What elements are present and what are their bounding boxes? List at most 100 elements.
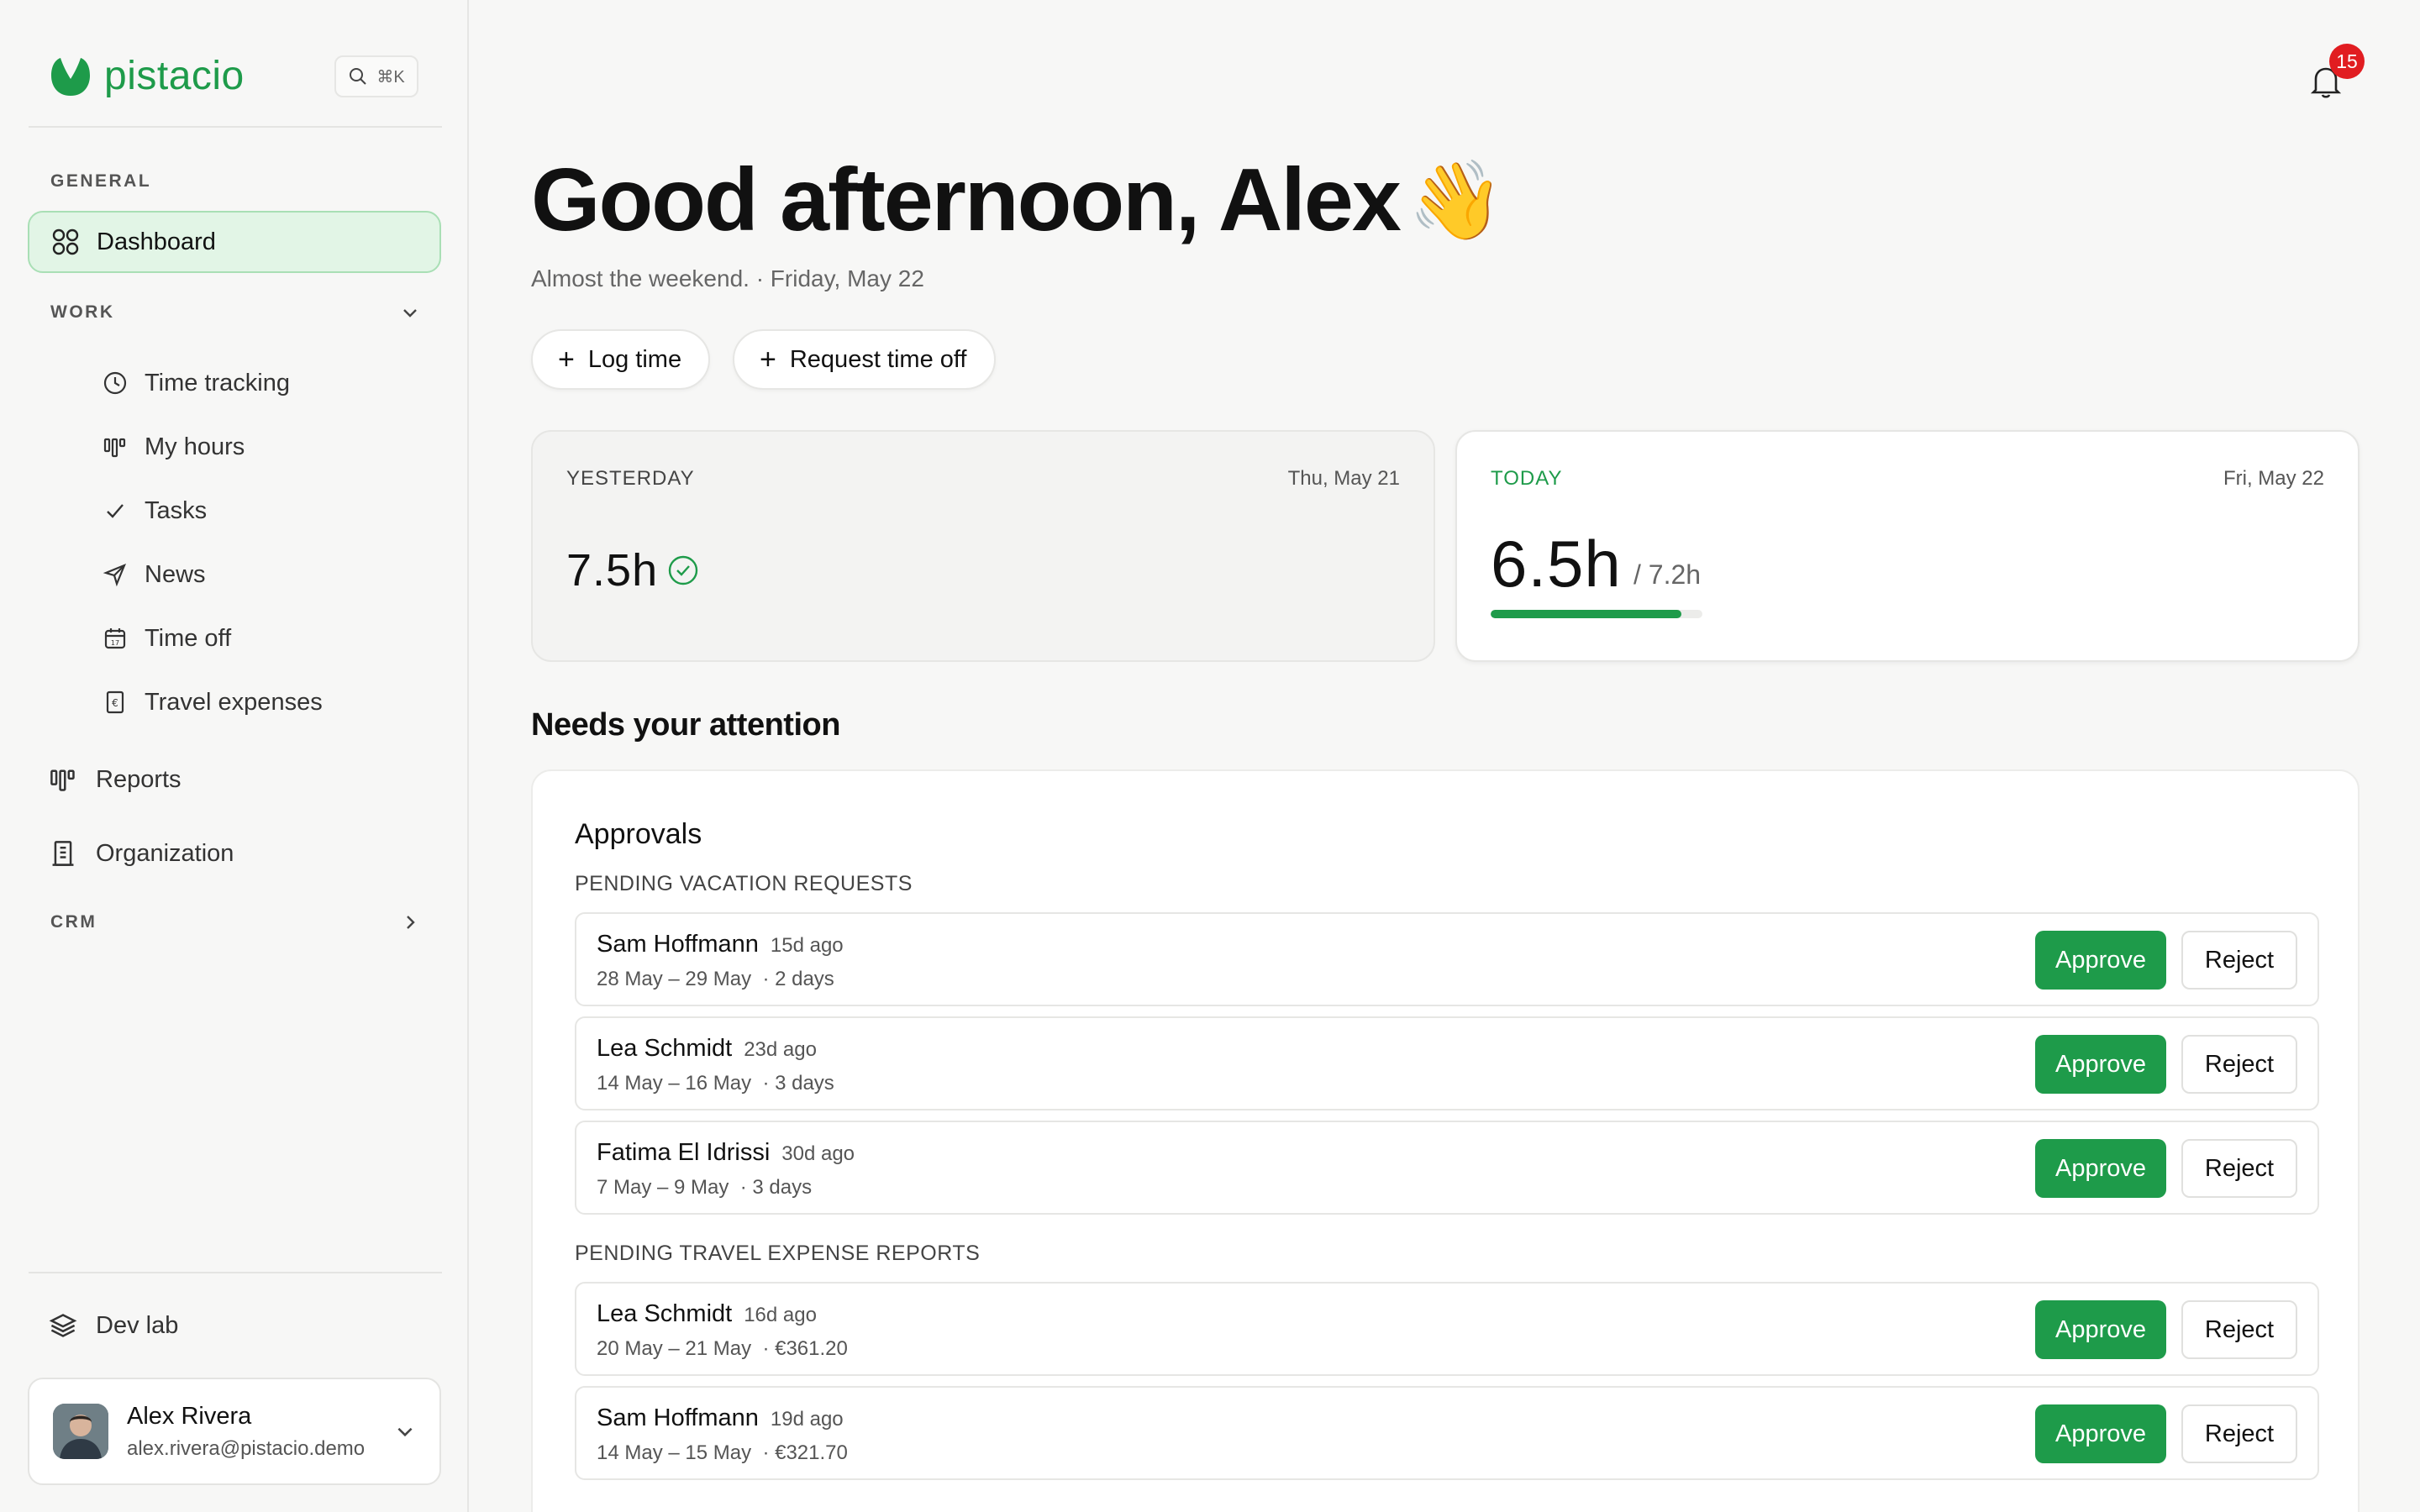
user-name: Alex Rivera	[127, 1402, 252, 1430]
avatar	[53, 1404, 108, 1459]
dashboard-grid-icon	[52, 228, 79, 255]
send-icon	[103, 563, 127, 587]
sidebar-item-label: Reports	[96, 765, 182, 793]
reject-button[interactable]: Reject	[2181, 931, 2297, 990]
sidebar-item-travel-expenses[interactable]: € Travel expenses	[101, 681, 323, 723]
pistacio-logo-icon	[51, 58, 90, 96]
request-dates: 20 May – 21 May	[597, 1337, 752, 1360]
sidebar-item-organization[interactable]: Organization	[49, 832, 234, 874]
sidebar-item-label: Dev lab	[96, 1311, 179, 1339]
approve-button[interactable]: Approve	[2035, 1404, 2166, 1463]
sidebar-item-label: News	[145, 560, 206, 588]
svg-text:17: 17	[111, 639, 119, 647]
today-date: Fri, May 22	[2223, 467, 2324, 490]
list-item: Sam Hoffmann 19d ago 14 May – 15 May · €3…	[575, 1386, 2319, 1480]
list-item: Fatima El Idrissi 30d ago 7 May – 9 May ·…	[575, 1121, 2319, 1215]
request-extra: · €321.70	[762, 1441, 848, 1464]
sidebar-item-time-off[interactable]: 17 Time off	[101, 617, 231, 659]
list-item: Lea Schmidt 16d ago 20 May – 21 May · €36…	[575, 1282, 2319, 1376]
chevron-right-icon	[407, 916, 415, 929]
request-age: 30d ago	[781, 1142, 855, 1165]
sidebar-item-dev-lab[interactable]: Dev lab	[49, 1305, 178, 1347]
today-hours: 6.5h	[1491, 527, 1622, 601]
today-target: / 7.2h	[1634, 559, 1702, 590]
requester-name: Fatima El Idrissi	[597, 1139, 771, 1166]
sidebar-item-label: My hours	[145, 433, 245, 460]
approve-button[interactable]: Approve	[2035, 931, 2166, 990]
brand[interactable]: pistacio	[49, 52, 245, 99]
page-title: Good afternoon, Alex 👋	[531, 150, 1504, 251]
euro-receipt-icon: €	[106, 690, 124, 714]
yesterday-label: YESTERDAY	[566, 467, 695, 490]
vacation-group-label: PENDING VACATION REQUESTS	[575, 872, 913, 895]
bar-chart-icon	[50, 769, 75, 791]
plus-icon: +	[558, 344, 575, 375]
approve-button[interactable]: Approve	[2035, 1300, 2166, 1359]
user-menu[interactable]: Alex Rivera alex.rivera@pistacio.demo	[28, 1378, 441, 1485]
yesterday-hours: 7.5h	[566, 545, 659, 596]
sidebar-item-label: Dashboard	[97, 228, 216, 255]
plus-icon: +	[760, 344, 776, 375]
sidebar-item-label: Time tracking	[145, 369, 290, 396]
search-button[interactable]: ⌘K	[334, 55, 418, 97]
search-icon	[350, 68, 367, 85]
waving-hand-icon: 👋	[1407, 157, 1505, 244]
request-extra: · 2 days	[762, 968, 834, 990]
requester-name: Lea Schmidt	[597, 1035, 733, 1062]
reject-button[interactable]: Reject	[2181, 1404, 2297, 1463]
section-label-crm: CRM	[50, 912, 97, 932]
sidebar-item-time-tracking[interactable]: Time tracking	[101, 362, 290, 404]
sidebar-divider	[29, 1272, 442, 1273]
section-toggle-crm[interactable]: CRM	[50, 907, 420, 937]
greeting-text: Good afternoon, Alex	[531, 150, 1402, 249]
check-circle-icon	[668, 555, 698, 585]
requester-name: Lea Schmidt	[597, 1300, 733, 1327]
page-subtitle: Almost the weekend. · Friday, May 22	[531, 265, 924, 291]
log-time-button[interactable]: + Log time	[531, 329, 711, 390]
request-time-off-label: Request time off	[789, 345, 967, 373]
list-item: Lea Schmidt 23d ago 14 May – 16 May · 3 d…	[575, 1016, 2319, 1110]
request-extra: · 3 days	[739, 1176, 813, 1199]
layers-icon	[49, 1314, 77, 1337]
request-age: 16d ago	[744, 1304, 817, 1326]
reject-button[interactable]: Reject	[2181, 1300, 2297, 1359]
sidebar-item-news[interactable]: News	[101, 554, 206, 596]
chevron-down-icon	[403, 309, 417, 318]
calendar-icon: 17	[104, 628, 126, 649]
request-dates: 14 May – 16 May	[597, 1072, 752, 1095]
reject-button[interactable]: Reject	[2181, 1035, 2297, 1094]
approve-button[interactable]: Approve	[2035, 1035, 2166, 1094]
user-email: alex.rivera@pistacio.demo	[127, 1436, 366, 1460]
progress-fill	[1491, 610, 1681, 618]
log-time-label: Log time	[587, 345, 682, 373]
sidebar-item-label: Tasks	[145, 496, 208, 524]
yesterday-card: YESTERDAY Thu, May 21 7.5h	[531, 430, 1435, 662]
sidebar-item-label: Travel expenses	[145, 688, 323, 716]
brand-name: pistacio	[104, 53, 245, 98]
sidebar-divider	[29, 126, 442, 128]
request-dates: 28 May – 29 May	[597, 968, 752, 990]
approvals-panel: Approvals PENDING VACATION REQUESTS Sam …	[531, 769, 2360, 1512]
svg-text:€: €	[112, 697, 118, 709]
sidebar-item-reports[interactable]: Reports	[49, 759, 182, 801]
bar-chart-icon	[103, 438, 126, 458]
section-toggle-work[interactable]: WORK	[50, 297, 420, 328]
sidebar-item-label: Organization	[96, 839, 234, 867]
reject-button[interactable]: Reject	[2181, 1139, 2297, 1198]
today-progress-bar	[1491, 610, 1702, 618]
request-extra: · 3 days	[762, 1072, 834, 1095]
sidebar-item-tasks[interactable]: Tasks	[101, 490, 207, 532]
request-age: 15d ago	[770, 934, 844, 957]
request-time-off-button[interactable]: + Request time off	[733, 329, 996, 390]
requester-name: Sam Hoffmann	[597, 931, 759, 958]
search-shortcut: ⌘K	[376, 67, 405, 87]
section-label-work: WORK	[50, 302, 115, 322]
request-dates: 14 May – 15 May	[597, 1441, 752, 1464]
sidebar-item-my-hours[interactable]: My hours	[101, 426, 245, 468]
request-dates: 7 May – 9 May	[597, 1176, 729, 1199]
clock-icon	[103, 371, 127, 395]
today-card: TODAY Fri, May 22 6.5h / 7.2h	[1455, 430, 2360, 662]
section-title-attention: Needs your attention	[531, 707, 840, 743]
sidebar-item-dashboard[interactable]: Dashboard	[28, 211, 441, 273]
approve-button[interactable]: Approve	[2035, 1139, 2166, 1198]
